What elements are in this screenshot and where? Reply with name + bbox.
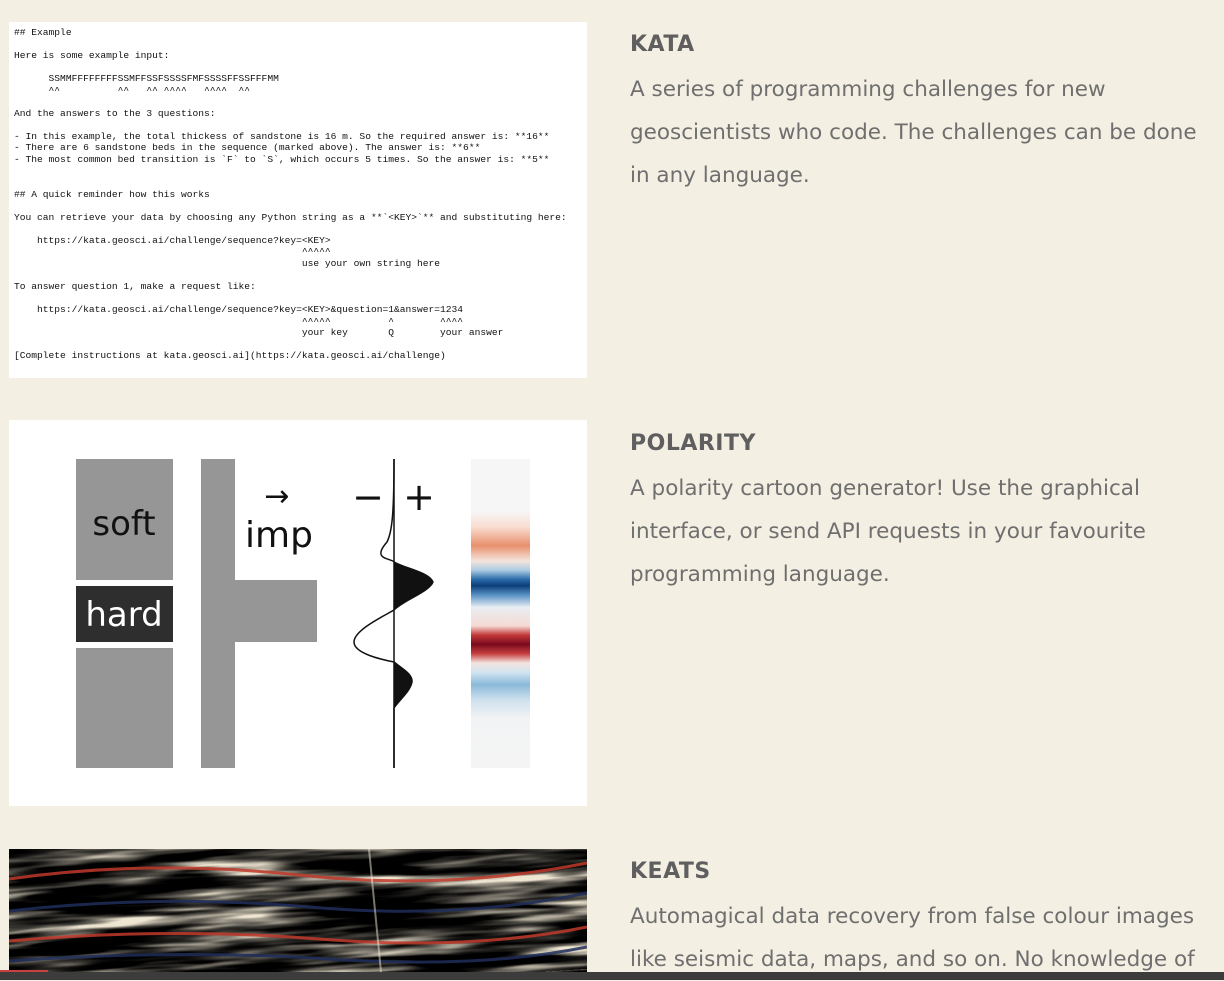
code-line: https://kata.geosci.ai/challenge/sequenc… (14, 304, 464, 316)
soft-label: soft (92, 504, 155, 544)
code-line: use your own string here (14, 257, 441, 269)
code-line: To answer question 1, make a request lik… (14, 281, 256, 293)
code-line: - In this example, the total thickess of… (14, 130, 550, 142)
imp-label: imp (245, 515, 313, 556)
project-title[interactable]: KATA (630, 30, 1215, 60)
code-line: ## Example (14, 27, 72, 38)
project-description: A polarity cartoon generator! Use the gr… (630, 476, 1146, 587)
polarity-cartoon: soft hard → imp − + (76, 458, 530, 768)
code-line: And the answers to the 3 questions: (14, 107, 216, 119)
impedance-arrow: → (264, 479, 289, 514)
bottom-bar (0, 972, 1224, 980)
code-line: - The most common bed transition is `F` … (14, 154, 550, 166)
code-line: ^^^^^ ^ ^^^^ (14, 315, 464, 327)
minus-label: − (352, 475, 384, 519)
colour-trace (471, 459, 530, 768)
code-line: https://kata.geosci.ai/challenge/sequenc… (14, 234, 331, 246)
keats-info: KEATS Automagical data recovery from fal… (630, 857, 1215, 981)
project-description: Automagical data recovery from false col… (630, 904, 1195, 972)
project-description: A series of programming challenges for n… (630, 77, 1197, 188)
plus-label: + (403, 475, 435, 519)
code-line: your key Q your answer (14, 327, 504, 339)
kata-code-text: ## Example Here is some example input: S… (9, 22, 587, 362)
polarity-thumbnail[interactable]: soft hard → imp − + (9, 420, 587, 806)
polarity-info: POLARITY A polarity cartoon generator! U… (630, 429, 1215, 596)
project-title[interactable]: POLARITY (630, 429, 1215, 459)
project-title[interactable]: KEATS (630, 857, 1215, 887)
code-line: ## A quick reminder how this works (14, 188, 210, 200)
lower-soft-layer (76, 648, 173, 768)
keats-thumbnail[interactable] (9, 849, 587, 972)
kata-thumbnail[interactable]: ## Example Here is some example input: S… (9, 22, 587, 378)
seismic-image (9, 849, 587, 972)
code-line: - There are 6 sandstone beds in the sequ… (14, 142, 481, 154)
code-line: [Complete instructions at kata.geosci.ai… (14, 350, 446, 362)
code-line: You can retrieve your data by choosing a… (14, 211, 567, 223)
code-line: ^^ ^^ ^^ ^^^^ ^^^^ ^^ (14, 84, 251, 96)
code-line: ^^^^^ (14, 246, 331, 258)
kata-info: KATA A series of programming challenges … (630, 30, 1215, 197)
code-line: Here is some example input: (14, 50, 170, 62)
code-line: SSMMFFFFFFFFSSMFFSSFSSSSFMFSSSSFFSSFFFMM (14, 73, 279, 85)
hard-label: hard (85, 595, 162, 635)
impedance-log (201, 459, 317, 768)
